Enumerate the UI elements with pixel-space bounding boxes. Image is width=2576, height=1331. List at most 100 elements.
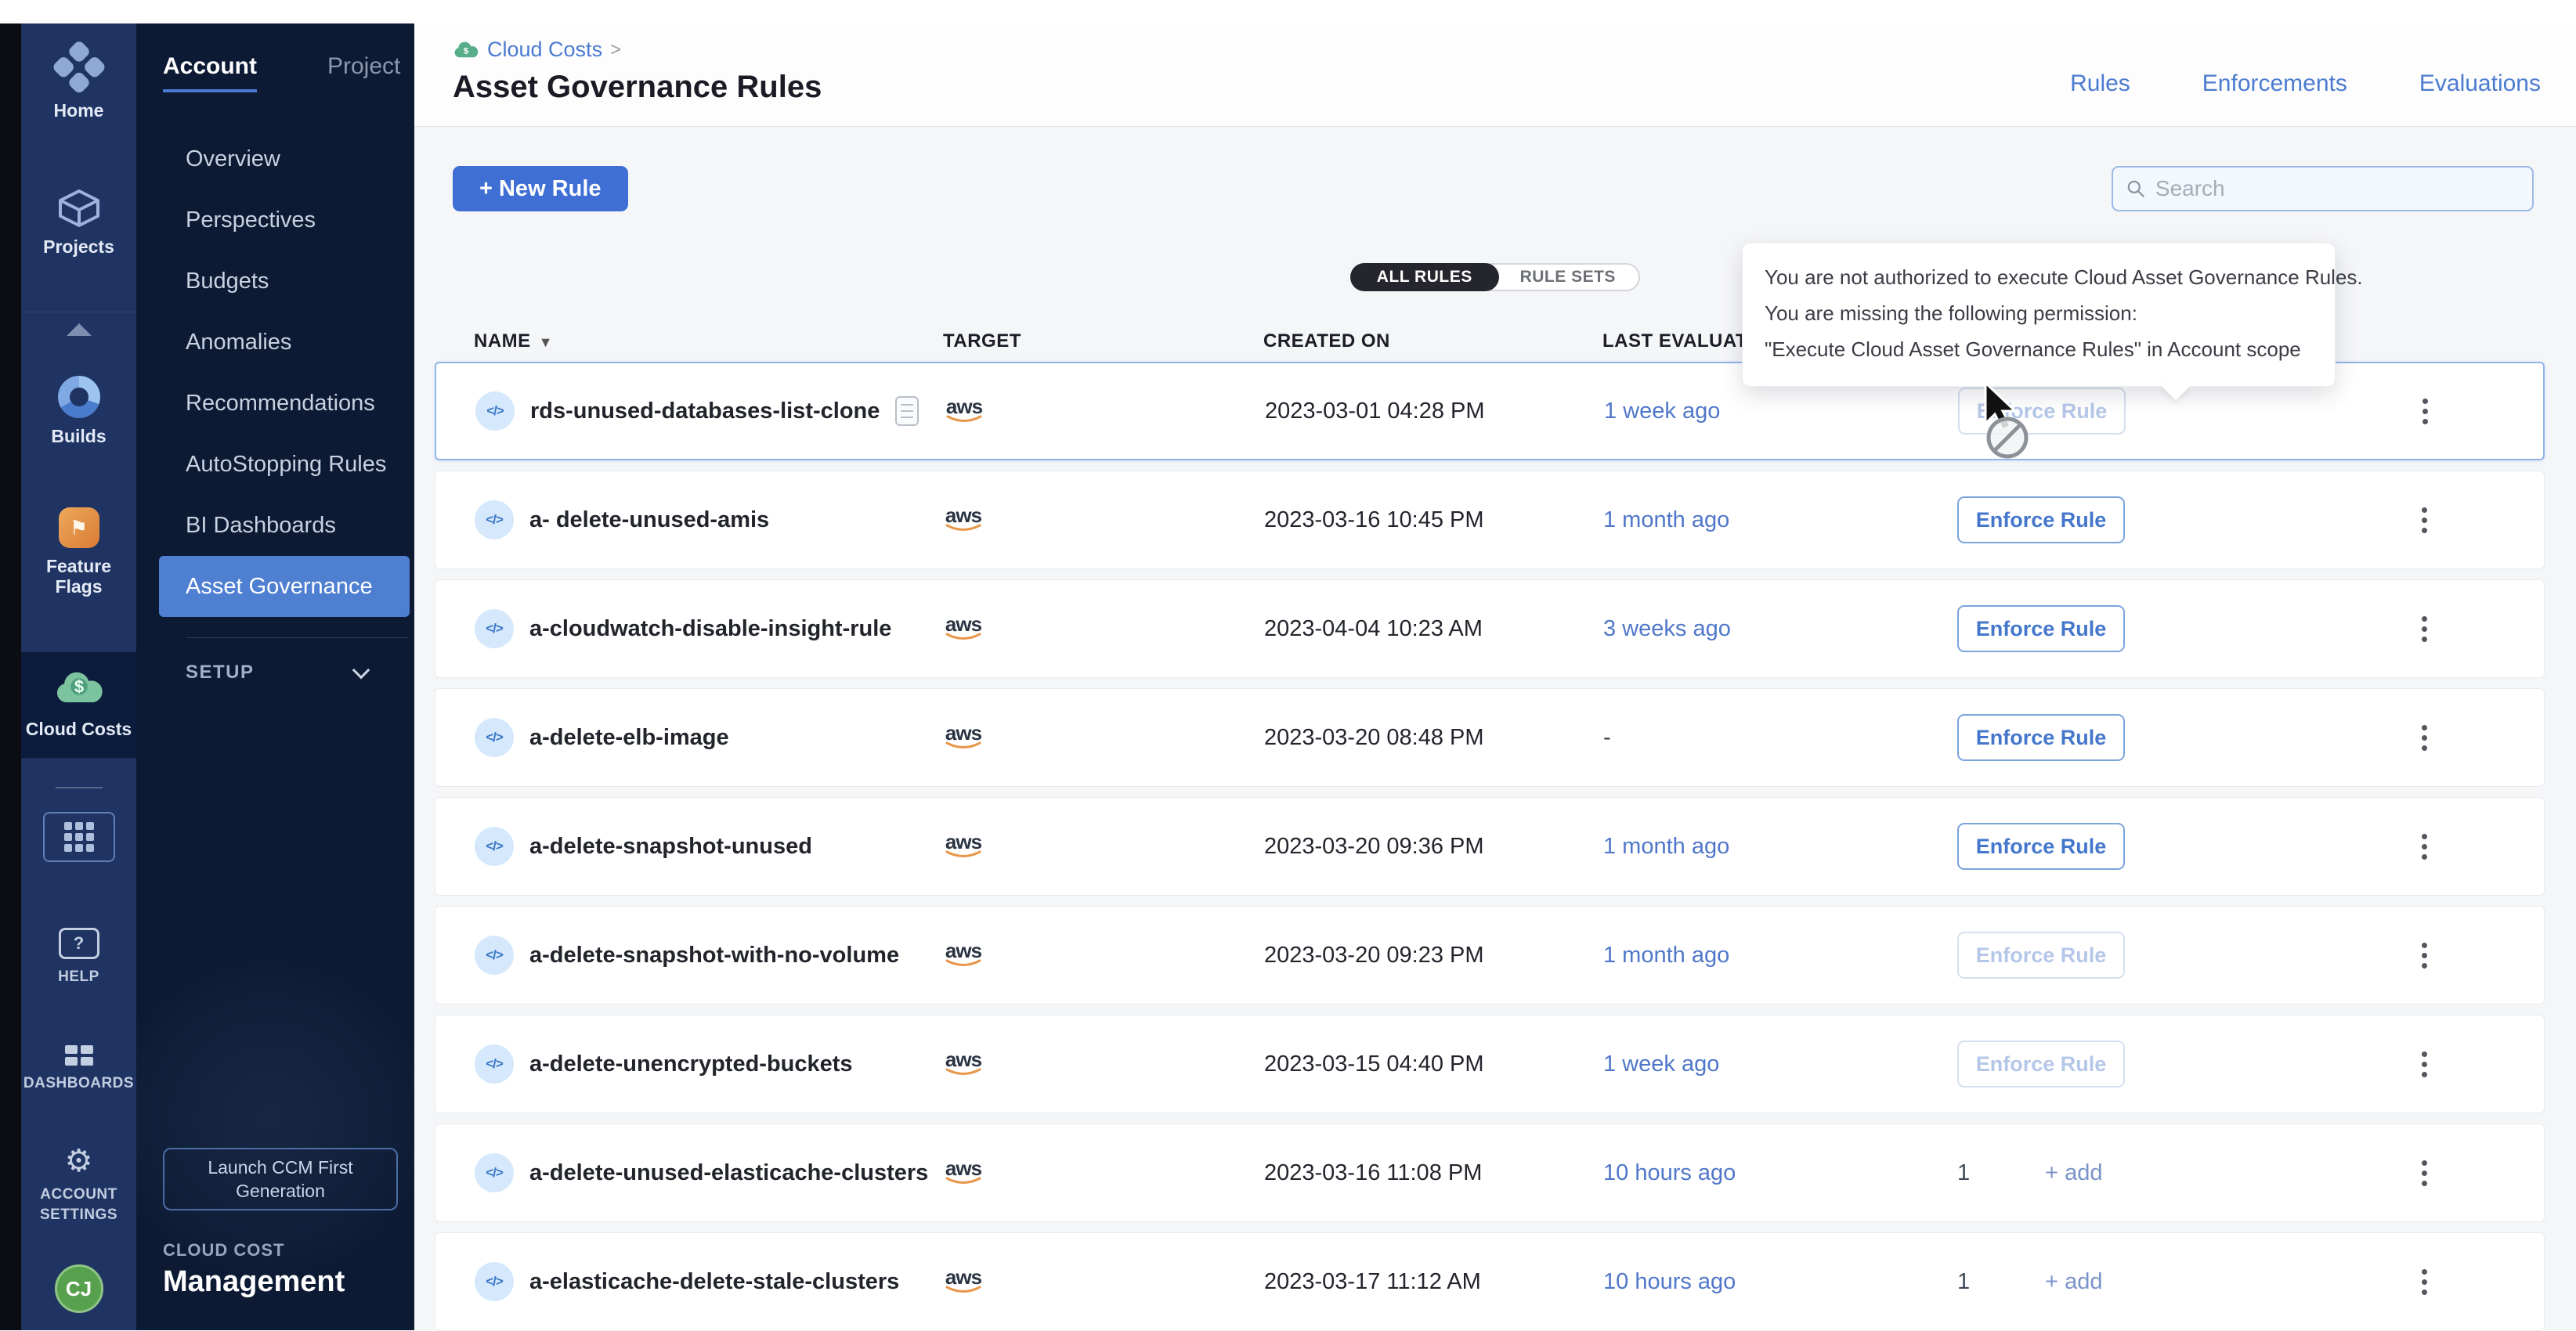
tab-account[interactable]: Account	[163, 53, 257, 92]
table-row[interactable]: </> a- delete-unused-amis aws 2023-03-16…	[435, 471, 2545, 569]
sidebar-item-account-settings[interactable]: ⚙ ACCOUNT SETTINGS	[21, 1141, 136, 1230]
column-target: TARGET	[943, 330, 1263, 352]
link-evaluations[interactable]: Evaluations	[2419, 70, 2541, 126]
tooltip-line: You are not authorized to execute Cloud …	[1765, 259, 2313, 295]
last-evaluation-link[interactable]: 1 week ago	[1603, 1051, 1719, 1077]
table-row[interactable]: </> a-delete-unencrypted-buckets aws 202…	[435, 1015, 2545, 1113]
last-evaluation-link[interactable]: 1 month ago	[1603, 834, 1729, 859]
rule-name: a-cloudwatch-disable-insight-rule	[529, 616, 891, 642]
tooltip-line: "Execute Cloud Asset Governance Rules" i…	[1765, 331, 2313, 367]
last-evaluation-link[interactable]: 1 month ago	[1603, 943, 1729, 968]
module-menu-item-overview[interactable]: Overview	[136, 128, 414, 189]
tooltip-line: You are missing the following permission…	[1765, 295, 2313, 331]
created-on: 2023-04-04 10:23 AM	[1264, 616, 1603, 642]
rule-icon: </>	[475, 609, 514, 648]
table-row[interactable]: </> a-cloudwatch-disable-insight-rule aw…	[435, 579, 2545, 678]
created-on: 2023-03-16 10:45 PM	[1264, 507, 1603, 533]
sidebar-item-home[interactable]: Home	[21, 44, 136, 125]
row-menu-button[interactable]	[2408, 943, 2440, 968]
rule-name: a-delete-snapshot-unused	[529, 834, 812, 860]
add-enforcement-button[interactable]: + add	[2045, 1160, 2102, 1186]
breadcrumb: $ Cloud Costs >	[453, 38, 822, 62]
module-menu-item-anomalies[interactable]: Anomalies	[136, 312, 414, 373]
aws-target-icon: aws	[944, 507, 983, 533]
setup-label: SETUP	[186, 662, 255, 684]
enforce-rule-button[interactable]: Enforce Rule	[1957, 823, 2125, 870]
link-enforcements[interactable]: Enforcements	[2202, 70, 2347, 126]
module-menu-item-asset-governance[interactable]: Asset Governance	[159, 556, 410, 617]
module-menu-item-budgets[interactable]: Budgets	[136, 251, 414, 312]
table-row[interactable]: </> a-elasticache-delete-stale-clusters …	[435, 1232, 2545, 1331]
toggle-rule-sets[interactable]: RULE SETS	[1498, 265, 1638, 290]
row-menu-button[interactable]	[2409, 399, 2441, 424]
rules-view-toggle[interactable]: ALL RULES RULE SETS	[1350, 263, 1640, 291]
module-menu-item-recommendations[interactable]: Recommendations	[136, 373, 414, 434]
setup-section-toggle[interactable]: SETUP	[136, 638, 414, 684]
last-evaluation-link[interactable]: 1 month ago	[1603, 507, 1729, 532]
last-evaluation-link[interactable]: -	[1603, 725, 1611, 750]
new-rule-button[interactable]: + New Rule	[453, 166, 628, 211]
module-menu-item-perspectives[interactable]: Perspectives	[136, 189, 414, 251]
tab-project[interactable]: Project	[327, 53, 400, 89]
aws-target-icon: aws	[945, 398, 984, 424]
sidebar-item-dashboards[interactable]: DASHBOARDS	[21, 1041, 136, 1098]
row-menu-button[interactable]	[2408, 507, 2440, 533]
column-name[interactable]: NAME▼	[474, 330, 943, 352]
enforce-rule-button[interactable]: Enforce Rule	[1957, 605, 2125, 652]
row-menu-button[interactable]	[2408, 616, 2440, 642]
row-menu-button[interactable]	[2408, 1051, 2440, 1077]
dashboards-grid-icon	[65, 1045, 93, 1066]
modules-grid-icon	[64, 822, 94, 852]
sidebar-collapse-control[interactable]	[21, 312, 136, 340]
module-selector-button[interactable]	[43, 812, 115, 862]
aws-target-icon: aws	[944, 615, 983, 642]
enforce-rule-button[interactable]: Enforce Rule	[1957, 496, 2125, 543]
rule-icon: </>	[475, 1262, 514, 1301]
gear-icon: ⚙	[65, 1145, 93, 1177]
table-row[interactable]: </> a-delete-elb-image aws 2023-03-20 08…	[435, 688, 2545, 787]
last-evaluation-link[interactable]: 1 week ago	[1604, 399, 1720, 424]
rule-icon: </>	[475, 718, 514, 757]
row-menu-button[interactable]	[2408, 725, 2440, 751]
breadcrumb-link[interactable]: Cloud Costs	[487, 38, 602, 62]
app-window: Home Projects Builds ⚑ Feature Flags	[0, 0, 2576, 1330]
enforcement-count: 1	[1957, 1269, 1970, 1295]
table-row[interactable]: </> a-delete-snapshot-with-no-volume aws…	[435, 906, 2545, 1005]
search-box[interactable]	[2112, 166, 2534, 211]
enforce-rule-button[interactable]: Enforce Rule	[1957, 714, 2125, 761]
row-menu-button[interactable]	[2408, 834, 2440, 860]
rule-name: a-delete-unencrypted-buckets	[529, 1051, 853, 1077]
chevron-down-icon	[352, 662, 370, 680]
product-name: Management	[163, 1265, 414, 1299]
table-row[interactable]: </> a-delete-unused-elasticache-clusters…	[435, 1124, 2545, 1222]
launch-ccm-first-gen-button[interactable]: Launch CCM First Generation	[163, 1148, 398, 1210]
table-row[interactable]: </> a-delete-snapshot-unused aws 2023-03…	[435, 797, 2545, 896]
sidebar-item-label: Home	[54, 100, 104, 121]
product-eyebrow: CLOUD COST	[163, 1240, 414, 1261]
add-enforcement-button[interactable]: + add	[2045, 1269, 2102, 1295]
aws-target-icon: aws	[944, 833, 983, 860]
last-evaluation-link[interactable]: 3 weeks ago	[1603, 616, 1731, 641]
sidebar-item-feature-flags[interactable]: ⚑ Feature Flags	[21, 503, 136, 601]
sidebar-item-cloud-costs[interactable]: $ Cloud Costs	[21, 651, 136, 759]
copy-icon[interactable]	[895, 396, 919, 426]
link-rules[interactable]: Rules	[2070, 70, 2130, 126]
user-avatar[interactable]: CJ	[55, 1264, 103, 1313]
search-input[interactable]	[2155, 176, 2520, 201]
sidebar-item-projects[interactable]: Projects	[21, 183, 136, 262]
last-evaluation-link[interactable]: 10 hours ago	[1603, 1269, 1736, 1294]
sidebar-item-builds[interactable]: Builds	[21, 371, 136, 451]
row-menu-button[interactable]	[2408, 1160, 2440, 1186]
sidebar-item-help[interactable]: ? HELP	[21, 923, 136, 992]
rule-icon: </>	[475, 936, 514, 975]
module-menu-item-autostopping-rules[interactable]: AutoStopping Rules	[136, 434, 414, 495]
rule-name: rds-unused-databases-list-clone	[530, 399, 880, 424]
toggle-all-rules[interactable]: ALL RULES	[1350, 263, 1499, 291]
module-menu-item-bi-dashboards[interactable]: BI Dashboards	[136, 495, 414, 556]
aws-target-icon: aws	[944, 1160, 983, 1186]
global-sidebar: Home Projects Builds ⚑ Feature Flags	[21, 23, 136, 1330]
last-evaluation-link[interactable]: 10 hours ago	[1603, 1160, 1736, 1185]
module-sidebar: Account Project OverviewPerspectivesBudg…	[136, 23, 414, 1330]
row-menu-button[interactable]	[2408, 1269, 2440, 1295]
aws-target-icon: aws	[944, 1268, 983, 1295]
